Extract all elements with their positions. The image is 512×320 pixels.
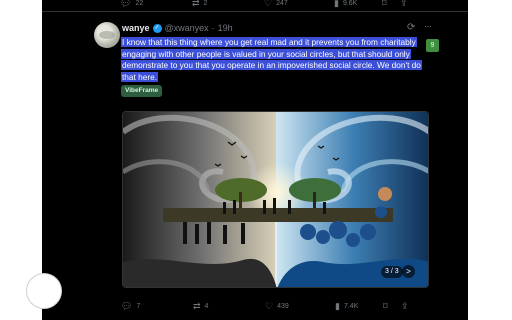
reply-icon: 💬︎ [121,301,133,311]
views-button[interactable]: ▮ 7.4K [335,301,358,312]
tweet-text: I know that this thing where you get rea… [121,37,422,83]
tweet-frame: 💬︎ 22 ⇄ 2 ♡ 247 ▮ 9.6K ⌑ ⇪ wanye ✓ @xwan… [42,0,468,320]
repost-icon: ⇄ [193,301,201,311]
reply-button[interactable]: 💬︎ 7 [121,301,140,312]
views-icon: ▮ [334,0,339,8]
reply-button[interactable]: 💬︎ 22 [120,0,143,9]
previous-tweet-actions: 💬︎ 22 ⇄ 2 ♡ 247 ▮ 9.6K ⌑ ⇪ [42,0,468,10]
share-button[interactable]: ⇪ [401,301,409,312]
vibeframe-badge[interactable]: VibeFrame [121,85,163,97]
tweet-image[interactable]: 3 / 3 > [122,111,429,288]
author-name[interactable]: wanye [122,23,150,33]
bookmark-button[interactable]: ⌑ [382,0,387,9]
timestamp[interactable]: 19h [218,23,233,33]
separator-dot: · [211,23,215,33]
like-button[interactable]: ♡ 439 [265,301,289,312]
views-icon: ▮ [335,301,340,311]
verified-icon: ✓ [152,23,162,33]
next-image-button[interactable]: > [402,265,415,278]
share-icon: ⇪ [400,0,408,8]
bookmark-icon: ⌑ [382,0,387,8]
more-icon[interactable]: ··· [424,21,432,32]
views-button[interactable]: ▮ 9.6K [334,0,357,9]
share-button[interactable]: ⇪ [400,0,408,9]
heart-icon: ♡ [264,0,273,8]
heart-icon: ♡ [265,301,274,311]
like-button[interactable]: ♡ 247 [264,0,288,9]
author-handle[interactable]: @xwanyex [165,23,209,33]
extension-badge[interactable]: 9 [426,39,439,52]
floating-circle-button[interactable] [26,273,62,309]
share-icon: ⇪ [401,301,409,311]
reply-icon: 💬︎ [120,0,132,8]
repost-button[interactable]: ⇄ 2 [192,0,207,9]
avatar[interactable] [94,22,120,48]
bookmark-icon: ⌑ [383,301,388,311]
bookmark-button[interactable]: ⌑ [383,301,388,312]
split-world-illustration [123,112,428,287]
tweet-header: wanye ✓ @xwanyex · 19h [122,22,233,34]
divider [42,11,468,12]
repost-button[interactable]: ⇄ 4 [193,301,208,312]
media-counter: 3 / 3 [381,266,403,278]
tweet-actions: 💬︎ 7 ⇄ 4 ♡ 439 ▮ 7.4K ⌑ ⇪ [121,301,451,313]
tweet-text-selected: I know that this thing where you get rea… [121,37,422,82]
grok-icon[interactable]: ⟳ [407,22,415,33]
repost-icon: ⇄ [192,0,200,8]
